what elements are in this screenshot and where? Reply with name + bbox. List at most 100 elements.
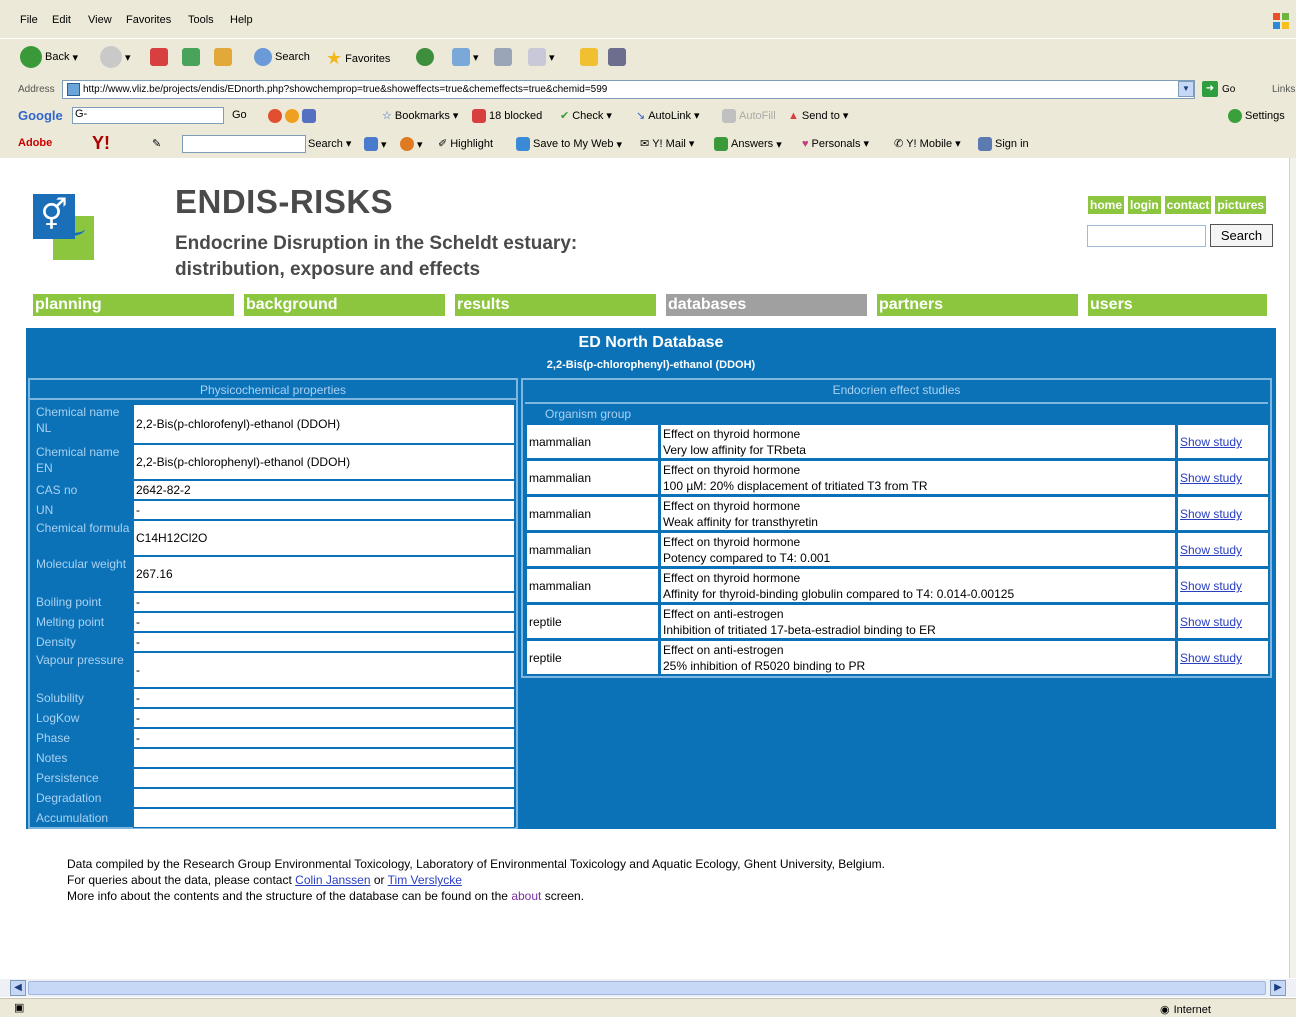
signin-button[interactable]: Sign in [978,137,1029,151]
scroll-left-button[interactable]: ◀ [10,980,26,996]
menu-favorites[interactable]: Favorites [126,14,171,26]
property-value: - [133,688,515,708]
horizontal-scrollbar[interactable]: ◀ ▶ [0,979,1296,997]
contact-tim-link[interactable]: Tim Verslycke [388,873,462,887]
adobe-button[interactable]: Adobe [18,137,52,149]
login-link[interactable]: login [1128,196,1161,214]
pumpkin-button[interactable]: ▾ [400,137,423,151]
effect-row: mammalian Effect on thyroid hormone Affini… [526,568,1269,603]
nav-results[interactable]: results [455,294,656,316]
refresh-button[interactable] [182,48,200,66]
status-bar: ▣ ◉ Internet [0,998,1296,1017]
pictures-link[interactable]: pictures [1215,196,1267,214]
history-button[interactable] [416,48,434,66]
nav-partners[interactable]: partners [877,294,1078,316]
personals-button[interactable]: ♥ Personals ▾ [802,137,869,151]
site-search-button[interactable]: Search [1210,224,1273,247]
autofill-button[interactable]: AutoFill [722,109,776,123]
favorites-button[interactable]: ★ Favorites [326,48,390,69]
google-icons[interactable] [268,109,316,123]
forward-arrow-icon [100,46,122,68]
property-row: UN - [32,500,515,520]
show-study-link[interactable]: Show study [1180,543,1242,557]
organism-cell: mammalian [526,568,659,603]
page-icon [67,83,80,96]
save-to-web-button[interactable]: Save to My Web ▾ [516,137,622,151]
site-logo[interactable]: ⚥ [33,194,94,260]
back-button[interactable]: Back ▾ [20,46,78,68]
edit-button[interactable]: ▾ [528,48,555,66]
google-search-input[interactable]: G- [72,107,224,124]
home-link[interactable]: home [1088,196,1125,214]
scroll-thumb[interactable] [28,981,1266,995]
menu-file[interactable]: File [20,14,38,26]
pencil-icon[interactable]: ✎ [152,137,161,150]
show-study-link[interactable]: Show study [1180,435,1242,449]
mobile-button[interactable]: ✆ Y! Mobile ▾ [894,137,961,151]
nav-databases[interactable]: databases [666,294,867,316]
autolink-button[interactable]: ↘ AutoLink ▾ [636,109,700,123]
effect-detail: Very low affinity for TRbeta [663,443,806,457]
database-panel: ED North Database 2,2-Bis(p-chlorophenyl… [26,328,1276,829]
bookmarks-button[interactable]: ☆ Bookmarks ▾ [382,109,458,123]
standard-toolbar: Back ▾ ▾ Search ★ Favorites ▾ ▾ [0,38,1296,74]
links-button[interactable]: Links [1272,84,1295,95]
yahoo-mail-button[interactable]: ✉ Y! Mail ▾ [640,137,695,151]
answers-button[interactable]: Answers ▾ [714,137,782,151]
highlight-button[interactable]: ✐ Highlight [438,137,493,151]
answers-icon [714,137,728,151]
nav-users[interactable]: users [1088,294,1267,316]
yahoo-search-button[interactable]: Search ▾ [308,137,351,151]
address-input[interactable]: http://www.vliz.be/projects/endis/EDnort… [62,80,1195,99]
vertical-scrollbar[interactable] [1289,158,1296,978]
show-study-link[interactable]: Show study [1180,579,1242,593]
go-button[interactable]: ➜ Go [1202,81,1235,97]
refresh-icon [182,48,200,66]
contact-link[interactable]: contact [1164,196,1212,214]
research-button[interactable] [608,48,626,66]
menu-edit[interactable]: Edit [52,14,71,26]
mail-button[interactable]: ▾ [452,48,479,66]
effect-type: Effect on thyroid hormone [663,427,801,441]
address-dropdown-button[interactable]: ▼ [1178,81,1194,97]
stop-button[interactable] [150,48,168,66]
chevron-down-icon: ▾ [688,138,695,150]
browser-chrome: File Edit View Favorites Tools Help Back… [0,0,1296,158]
about-link[interactable]: about [511,889,541,903]
show-study-link[interactable]: Show study [1180,615,1242,629]
google-go-button[interactable]: Go [232,109,247,121]
nav-background[interactable]: background [244,294,445,316]
effect-type: Effect on anti-estrogen [663,643,784,657]
show-study-link[interactable]: Show study [1180,651,1242,665]
show-study-link[interactable]: Show study [1180,471,1242,485]
footer-credit: Data compiled by the Research Group Envi… [67,857,885,871]
spellcheck-button[interactable]: ✔ Check ▾ [560,109,612,123]
home-button[interactable] [214,48,232,66]
nav-planning[interactable]: planning [33,294,234,316]
effect-row: mammalian Effect on thyroid hormone 100 µM… [526,460,1269,495]
forward-button[interactable]: ▾ [100,46,131,68]
yahoo-toolbar: Adobe Y! ✎ Search ▾ ▾ ▾ ✐ Highlight Save… [0,132,1296,156]
folder-button[interactable] [580,48,598,66]
contact-colin-link[interactable]: Colin Janssen [295,873,370,887]
menu-help[interactable]: Help [230,14,253,26]
scroll-right-button[interactable]: ▶ [1270,980,1286,996]
property-row: Molecular weight 267.16 [32,556,515,592]
yahoo-logo[interactable]: Y! [92,133,110,154]
popup-blocker-button[interactable]: 18 blocked [472,109,542,123]
effect-detail: 100 µM: 20% displacement of tritiated T3… [663,479,928,493]
search-button[interactable]: Search [254,48,310,66]
menu-view[interactable]: View [88,14,112,26]
effect-type: Effect on anti-estrogen [663,607,784,621]
settings-button[interactable]: Settings [1228,109,1285,123]
menu-tools[interactable]: Tools [188,14,214,26]
print-button[interactable] [494,48,512,66]
show-study-cell: Show study [1177,460,1269,495]
go-arrow-icon: ➜ [1202,81,1218,97]
site-search-input[interactable] [1087,225,1206,247]
site-subtitle: Endocrine Disruption in the Scheldt estu… [175,233,578,280]
yahoo-menu-button[interactable]: ▾ [364,137,387,151]
send-to-button[interactable]: ▲ Send to ▾ [788,109,848,123]
show-study-link[interactable]: Show study [1180,507,1242,521]
yahoo-search-input[interactable] [182,135,306,153]
